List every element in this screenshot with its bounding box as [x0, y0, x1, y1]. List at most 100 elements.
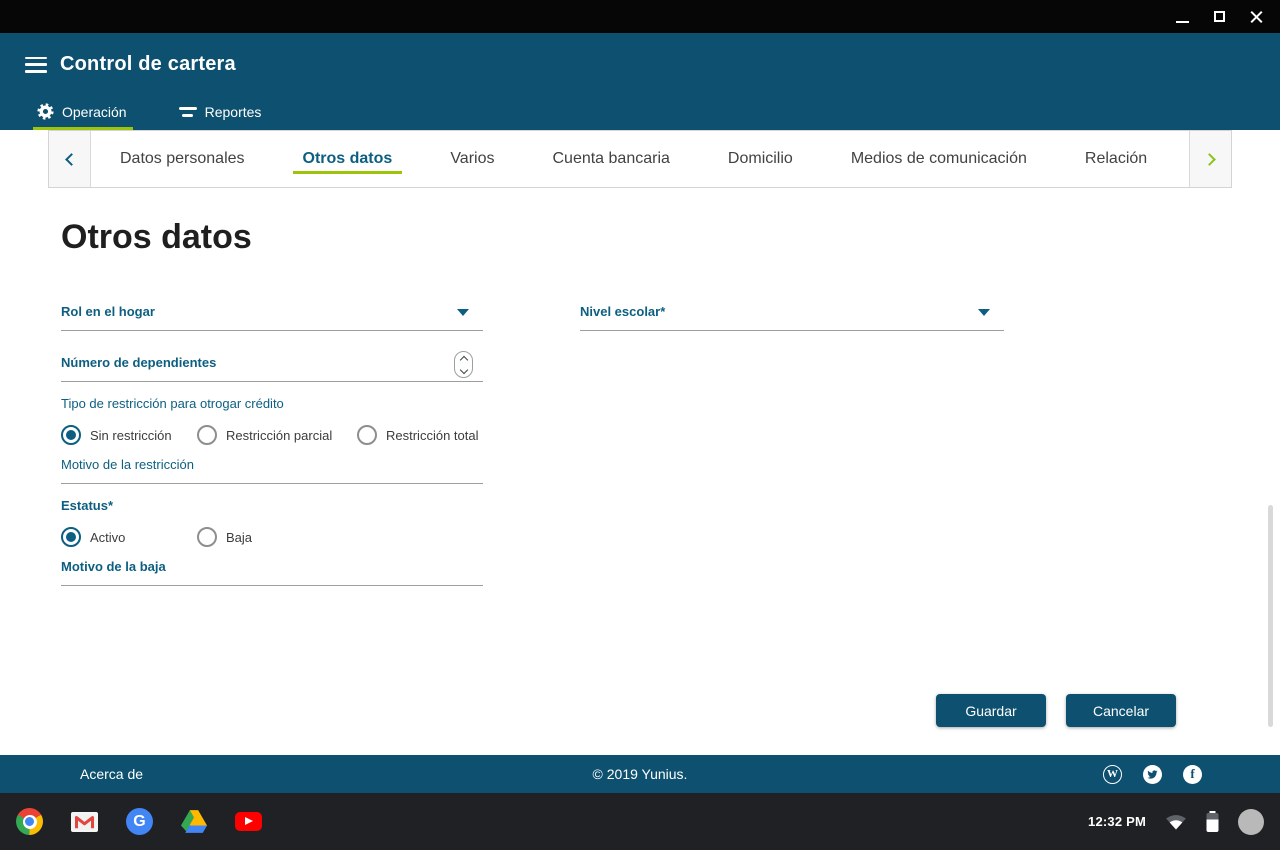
tab-label: Medios de comunicación [851, 150, 1027, 168]
group-tipo-restriccion: Tipo de restricción para otrogar crédito… [61, 396, 483, 484]
radio-unselected-icon [197, 425, 217, 445]
tab-varios[interactable]: Varios [421, 131, 523, 187]
menu-icon[interactable] [25, 57, 47, 73]
tabstrip: Datos personales Otros datos Varios Cuen… [0, 130, 1280, 188]
google-icon[interactable]: G [126, 808, 153, 835]
field-label: Motivo de la baja [61, 559, 483, 575]
minimize-icon [1176, 21, 1189, 23]
radio-selected-icon [61, 425, 81, 445]
field-motivo-de-la-restriccion[interactable]: Motivo de la restricción [61, 457, 483, 484]
radio-row-estatus: Activo Baja [61, 527, 483, 547]
tab-otros-datos[interactable]: Otros datos [274, 131, 422, 187]
nav-item-reportes[interactable]: Reportes [175, 103, 268, 130]
field-motivo-de-la-baja[interactable]: Motivo de la baja [61, 559, 483, 586]
group-label: Estatus* [61, 498, 483, 514]
maximize-button[interactable] [1212, 9, 1227, 24]
short-text-icon [179, 107, 197, 117]
page-title: Otros datos [61, 218, 252, 257]
save-button[interactable]: Guardar [936, 694, 1046, 727]
field-nivel-escolar[interactable]: Nivel escolar* [580, 304, 1004, 331]
tab-domicilio[interactable]: Domicilio [699, 131, 822, 187]
form-column-left: Rol en el hogar Número de dependientes T… [61, 304, 483, 586]
tab-label: Relación [1085, 150, 1147, 168]
wifi-icon[interactable] [1165, 813, 1187, 830]
clock[interactable]: 12:32 PM [1088, 814, 1146, 829]
app-nav: Operación Reportes [0, 103, 1280, 130]
radio-unselected-icon [357, 425, 377, 445]
tabs: Datos personales Otros datos Varios Cuen… [91, 131, 1189, 187]
radio-label: Baja [226, 530, 252, 545]
tab-medios-de-comunicacion[interactable]: Medios de comunicación [822, 131, 1056, 187]
field-numero-de-dependientes[interactable]: Número de dependientes [61, 355, 483, 382]
nav-item-operacion[interactable]: Operación [33, 103, 133, 130]
field-label: Motivo de la restricción [61, 457, 483, 473]
drive-icon[interactable] [181, 810, 207, 833]
about-link[interactable]: Acerca de [80, 766, 143, 782]
window-controls [1175, 9, 1280, 24]
chrome-icon[interactable] [16, 808, 43, 835]
radio-option-sin-restriccion[interactable]: Sin restricción [61, 425, 197, 445]
form-actions: Guardar Cancelar [936, 694, 1176, 727]
maximize-icon [1214, 11, 1225, 22]
minimize-button[interactable] [1175, 9, 1190, 24]
field-label: Rol en el hogar [61, 304, 483, 320]
close-button[interactable] [1249, 9, 1264, 24]
taskbar-status-area[interactable]: 12:32 PM [1088, 809, 1264, 835]
app-title: Control de cartera [60, 53, 236, 76]
radio-option-restriccion-total[interactable]: Restricción total [357, 425, 478, 445]
battery-icon[interactable] [1206, 811, 1219, 832]
tab-label: Varios [450, 150, 494, 168]
radio-selected-icon [61, 527, 81, 547]
cancel-button[interactable]: Cancelar [1066, 694, 1176, 727]
taskbar: G 12:32 PM [0, 793, 1280, 850]
taskbar-apps: G [16, 808, 311, 835]
facebook-icon[interactable]: f [1183, 765, 1202, 784]
radio-label: Restricción total [386, 428, 478, 443]
radio-label: Sin restricción [90, 428, 172, 443]
radio-option-restriccion-parcial[interactable]: Restricción parcial [197, 425, 357, 445]
youtube-icon[interactable] [235, 812, 262, 831]
group-estatus: Estatus* Activo Baja Motivo de la baja [61, 498, 483, 586]
tab-label: Domicilio [728, 150, 793, 168]
chevron-down-icon [459, 365, 467, 373]
tab-cuenta-bancaria[interactable]: Cuenta bancaria [523, 131, 698, 187]
radio-label: Restricción parcial [226, 428, 332, 443]
account-avatar[interactable] [1238, 809, 1264, 835]
wordpress-icon[interactable]: W [1103, 765, 1122, 784]
main-content: Otros datos Rol en el hogar Número de de… [0, 188, 1280, 755]
footer: Acerca de © 2019 Yunius. W f [0, 755, 1280, 793]
gear-icon [37, 103, 54, 120]
tabs-scroll-left-button[interactable] [49, 131, 91, 187]
tab-label: Otros datos [303, 150, 393, 168]
nav-label: Reportes [205, 104, 262, 120]
twitter-icon[interactable] [1143, 765, 1162, 784]
tab-relacion[interactable]: Relación [1056, 131, 1176, 187]
tab-label: Cuenta bancaria [552, 150, 669, 168]
scrollbar-thumb[interactable] [1268, 505, 1273, 727]
chevron-left-icon [65, 153, 78, 166]
app-header: Control de cartera Operación Reportes [0, 33, 1280, 130]
apps-grid-icon[interactable] [290, 811, 311, 832]
radio-option-activo[interactable]: Activo [61, 527, 197, 547]
dropdown-caret-icon[interactable] [457, 309, 469, 316]
radio-unselected-icon [197, 527, 217, 547]
group-label: Tipo de restricción para otrogar crédito [61, 396, 483, 412]
radio-option-baja[interactable]: Baja [197, 527, 252, 547]
tabs-scroll-right-button[interactable] [1189, 131, 1231, 187]
screen: Control de cartera Operación Reportes [0, 0, 1280, 850]
copyright-text: © 2019 Yunius. [593, 766, 688, 782]
app-header-top: Control de cartera [0, 33, 1280, 76]
chevron-right-icon [1203, 153, 1216, 166]
field-label: Número de dependientes [61, 355, 483, 371]
tabstrip-inner: Datos personales Otros datos Varios Cuen… [48, 130, 1232, 188]
dropdown-caret-icon[interactable] [978, 309, 990, 316]
tab-label: Datos personales [120, 150, 245, 168]
gmail-icon[interactable] [71, 812, 98, 832]
nav-label: Operación [62, 104, 127, 120]
field-rol-en-el-hogar[interactable]: Rol en el hogar [61, 304, 483, 331]
window-titlebar [0, 0, 1280, 33]
tab-datos-personales[interactable]: Datos personales [91, 131, 274, 187]
field-label: Nivel escolar* [580, 304, 1004, 320]
chevron-up-icon [459, 355, 467, 363]
number-stepper[interactable] [454, 351, 473, 378]
